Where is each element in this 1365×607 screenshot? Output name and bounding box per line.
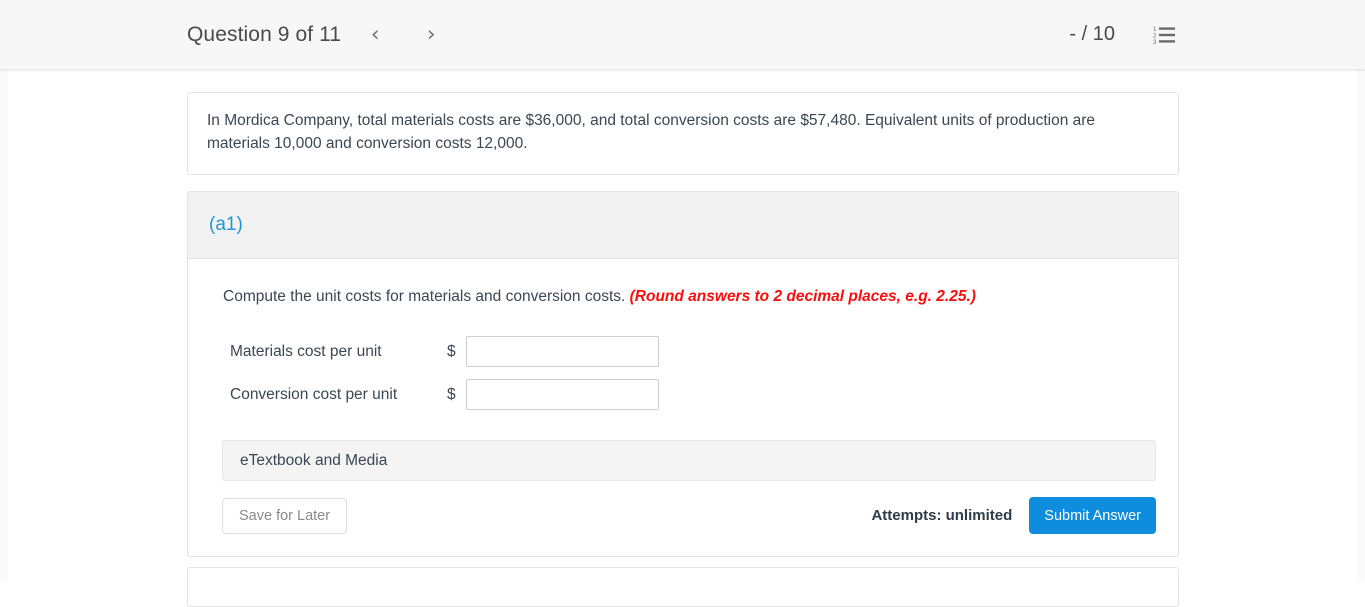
question-part-header: (a1) xyxy=(188,192,1178,259)
etextbook-and-media-label: eTextbook and Media xyxy=(240,451,388,469)
header-left-group: Question 9 of 11 ‹ › xyxy=(187,18,448,52)
question-part-card: (a1) Compute the unit costs for material… xyxy=(187,191,1179,557)
svg-text:2: 2 xyxy=(1153,33,1157,39)
chevron-left-icon: ‹ xyxy=(370,22,380,46)
materials-cost-input[interactable] xyxy=(466,336,659,367)
currency-symbol-conversion: $ xyxy=(447,385,456,403)
question-statement-text: In Mordica Company, total materials cost… xyxy=(207,112,1096,152)
answer-row-conversion: Conversion cost per unit $ xyxy=(230,373,1178,416)
etextbook-and-media-button[interactable]: eTextbook and Media xyxy=(222,440,1156,481)
question-statement-card: In Mordica Company, total materials cost… xyxy=(187,92,1179,175)
attempts-label: Attempts: unlimited xyxy=(871,507,1013,524)
part-action-row: Save for Later Attempts: unlimited Submi… xyxy=(222,497,1156,534)
answer-row-materials: Materials cost per unit $ xyxy=(230,330,1178,373)
svg-text:1: 1 xyxy=(1153,27,1157,33)
numbered-list-icon[interactable]: 1 2 3 xyxy=(1153,25,1175,46)
part-prompt: Compute the unit costs for materials and… xyxy=(188,286,1178,307)
chevron-right-icon: › xyxy=(426,22,436,46)
question-part-body: Compute the unit costs for materials and… xyxy=(188,259,1178,534)
submit-answer-button[interactable]: Submit Answer xyxy=(1029,497,1156,534)
answer-rows: Materials cost per unit $ Conversion cos… xyxy=(188,330,1178,416)
page-title: Question 9 of 11 xyxy=(187,22,342,46)
answer-label-conversion: Conversion cost per unit xyxy=(230,385,398,403)
question-header-bar: Question 9 of 11 ‹ › - / 10 1 2 3 xyxy=(0,0,1365,69)
conversion-cost-input[interactable] xyxy=(466,379,659,410)
save-for-later-button[interactable]: Save for Later xyxy=(222,497,348,534)
next-question-part-card xyxy=(187,567,1179,607)
svg-text:3: 3 xyxy=(1153,40,1157,45)
part-prompt-text: Compute the unit costs for materials and… xyxy=(223,288,626,305)
part-label: (a1) xyxy=(209,214,243,235)
page-background: In Mordica Company, total materials cost… xyxy=(0,69,1365,607)
previous-question-button[interactable]: ‹ xyxy=(358,18,392,52)
currency-symbol-materials: $ xyxy=(447,342,456,360)
part-prompt-note: (Round answers to 2 decimal places, e.g.… xyxy=(629,288,976,305)
score-display: - / 10 xyxy=(1069,23,1115,45)
next-question-button[interactable]: › xyxy=(414,18,448,52)
content-column: In Mordica Company, total materials cost… xyxy=(8,69,1357,607)
header-right-group: - / 10 1 2 3 xyxy=(1069,23,1175,46)
answer-label-materials: Materials cost per unit xyxy=(230,342,382,360)
